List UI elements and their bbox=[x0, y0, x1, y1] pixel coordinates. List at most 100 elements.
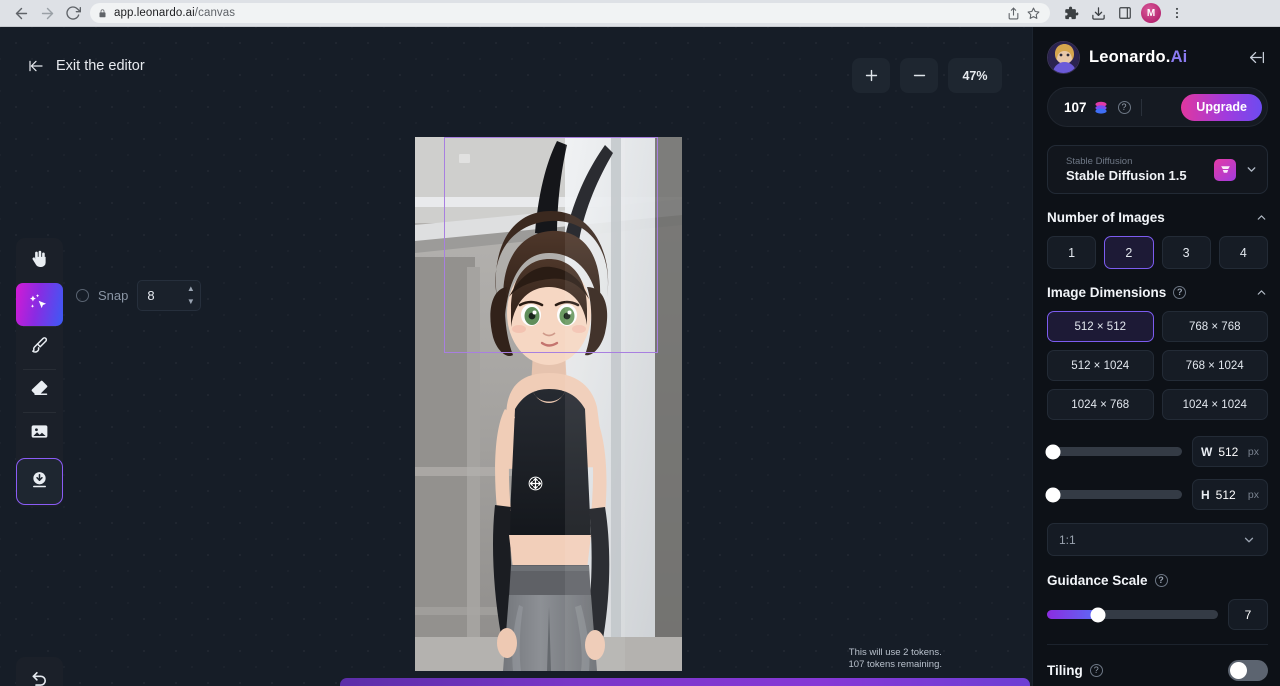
width-slider-handle[interactable] bbox=[1046, 444, 1061, 459]
dimension-preset-1024x768[interactable]: 1024 × 768 bbox=[1047, 389, 1154, 420]
user-avatar[interactable] bbox=[1047, 41, 1080, 74]
snap-stepper-down[interactable]: ▼ bbox=[184, 296, 197, 308]
tool-rail bbox=[16, 238, 63, 507]
dimension-preset-512x512[interactable]: 512 × 512 bbox=[1047, 311, 1154, 342]
download-tool-icon bbox=[29, 469, 50, 495]
guidance-scale-section: Guidance Scale ? 7 bbox=[1047, 556, 1268, 630]
height-control: H 512 px bbox=[1047, 479, 1268, 510]
star-icon[interactable] bbox=[1024, 4, 1042, 22]
height-slider-handle[interactable] bbox=[1046, 487, 1061, 502]
download-icon[interactable] bbox=[1087, 2, 1109, 24]
height-axis-label: H bbox=[1201, 488, 1210, 502]
dimension-preset-768x768[interactable]: 768 × 768 bbox=[1162, 311, 1269, 342]
snap-input[interactable]: 8 ▲ ▼ bbox=[137, 280, 201, 311]
guidance-scale-header: Guidance Scale ? bbox=[1047, 573, 1268, 599]
dimensions-help-icon[interactable]: ? bbox=[1173, 286, 1186, 299]
token-usage-note: This will use 2 tokens. 107 tokens remai… bbox=[849, 647, 942, 670]
chevron-up-icon[interactable] bbox=[1255, 211, 1268, 224]
upgrade-button[interactable]: Upgrade bbox=[1181, 94, 1262, 121]
token-note-line-1: This will use 2 tokens. bbox=[849, 647, 942, 659]
width-field[interactable]: W 512 px bbox=[1192, 436, 1268, 467]
side-panel-icon[interactable] bbox=[1114, 2, 1136, 24]
generated-image bbox=[415, 137, 682, 671]
image-icon bbox=[29, 421, 50, 447]
three-dot-menu-icon[interactable] bbox=[1166, 2, 1188, 24]
reload-icon[interactable] bbox=[60, 0, 86, 26]
snap-stepper-up[interactable]: ▲ bbox=[184, 283, 197, 295]
exit-editor-button[interactable]: Exit the editor bbox=[26, 58, 145, 74]
height-slider[interactable] bbox=[1047, 490, 1182, 499]
guidance-help-icon[interactable]: ? bbox=[1155, 574, 1168, 587]
token-note-line-2: 107 tokens remaining. bbox=[849, 659, 942, 671]
height-value: 512 bbox=[1216, 488, 1236, 502]
lock-icon bbox=[98, 8, 107, 19]
address-bar[interactable]: app.leonardo.ai/canvas bbox=[90, 3, 1050, 23]
sidebar-item-eraser-tool[interactable] bbox=[16, 369, 63, 412]
number-of-images-header: Number of Images bbox=[1047, 210, 1268, 236]
canvas-artwork[interactable] bbox=[415, 137, 682, 671]
sidebar-item-image-tool[interactable] bbox=[16, 412, 63, 455]
chevron-up-icon[interactable] bbox=[1255, 286, 1268, 299]
num-images-option-3[interactable]: 3 bbox=[1162, 236, 1211, 269]
aspect-ratio-select[interactable]: 1:1 bbox=[1047, 523, 1268, 556]
chevron-down-icon[interactable] bbox=[1245, 163, 1258, 176]
collapse-panel-icon[interactable] bbox=[1246, 49, 1268, 66]
guidance-scale-value[interactable]: 7 bbox=[1228, 599, 1268, 630]
share-icon[interactable] bbox=[1004, 4, 1022, 22]
sidebar-item-magic-select-tool[interactable] bbox=[16, 283, 63, 326]
chevron-down-icon[interactable] bbox=[1242, 533, 1256, 547]
canvas-area[interactable]: Exit the editor 47% bbox=[0, 27, 1032, 686]
zoom-in-button[interactable] bbox=[852, 58, 890, 93]
back-arrow-icon[interactable] bbox=[8, 0, 34, 26]
num-images-option-1[interactable]: 1 bbox=[1047, 236, 1096, 269]
move-cursor-icon bbox=[527, 475, 544, 492]
dimension-preset-768x1024[interactable]: 768 × 1024 bbox=[1162, 350, 1269, 381]
height-field[interactable]: H 512 px bbox=[1192, 479, 1268, 510]
sidebar-item-download-tool[interactable] bbox=[16, 458, 63, 505]
token-icon bbox=[1093, 100, 1109, 115]
snap-control: Snap 8 ▲ ▼ bbox=[76, 280, 201, 311]
width-slider[interactable] bbox=[1047, 447, 1182, 456]
app-root: Exit the editor 47% bbox=[0, 27, 1280, 686]
token-count: 107 bbox=[1064, 100, 1087, 115]
tiling-toggle-knob bbox=[1230, 662, 1247, 679]
zoom-out-button[interactable] bbox=[900, 58, 938, 93]
guidance-scale-handle[interactable] bbox=[1091, 607, 1106, 622]
width-axis-label: W bbox=[1201, 445, 1212, 459]
sidebar-item-hand-tool[interactable] bbox=[16, 240, 63, 283]
divider bbox=[1141, 99, 1142, 116]
snap-value: 8 bbox=[147, 288, 154, 303]
token-help-icon[interactable]: ? bbox=[1118, 101, 1131, 114]
eraser-icon bbox=[29, 378, 50, 404]
snap-toggle[interactable] bbox=[76, 289, 89, 302]
image-dimensions-title: Image Dimensions bbox=[1047, 285, 1166, 300]
selection-handle[interactable] bbox=[459, 154, 470, 163]
brand-name-main: Leonardo. bbox=[1089, 48, 1171, 66]
image-dimensions-section: Image Dimensions ? 512 × 512 768 × 768 5… bbox=[1047, 269, 1268, 510]
url-text: app.leonardo.ai/canvas bbox=[114, 7, 235, 19]
num-images-option-4[interactable]: 4 bbox=[1219, 236, 1268, 269]
sidebar-item-brush-tool[interactable] bbox=[16, 326, 63, 369]
model-thumbnail bbox=[1214, 159, 1236, 181]
width-unit: px bbox=[1248, 446, 1259, 458]
number-of-images-options: 1 2 3 4 bbox=[1047, 236, 1268, 269]
paintbrush-icon bbox=[29, 335, 50, 361]
dimension-preset-512x1024[interactable]: 512 × 1024 bbox=[1047, 350, 1154, 381]
generate-bar[interactable] bbox=[340, 678, 1030, 686]
model-selector[interactable]: Stable Diffusion Stable Diffusion 1.5 bbox=[1047, 145, 1268, 194]
zoom-level-display[interactable]: 47% bbox=[948, 58, 1002, 93]
guidance-scale-title: Guidance Scale bbox=[1047, 573, 1148, 588]
tiling-toggle[interactable] bbox=[1228, 660, 1268, 681]
avatar[interactable]: M bbox=[1141, 3, 1161, 23]
exit-arrow-icon bbox=[26, 58, 46, 74]
undo-button[interactable] bbox=[16, 657, 63, 686]
model-kicker: Stable Diffusion bbox=[1066, 156, 1187, 167]
guidance-scale-slider[interactable] bbox=[1047, 610, 1218, 619]
puzzle-piece-icon[interactable] bbox=[1060, 2, 1082, 24]
token-balance-card: 107 ? Upgrade bbox=[1047, 87, 1268, 127]
dimension-preset-1024x1024[interactable]: 1024 × 1024 bbox=[1162, 389, 1269, 420]
num-images-option-2[interactable]: 2 bbox=[1104, 236, 1153, 269]
forward-arrow-icon[interactable] bbox=[34, 0, 60, 26]
undo-icon bbox=[29, 668, 50, 686]
tiling-help-icon[interactable]: ? bbox=[1090, 664, 1103, 677]
